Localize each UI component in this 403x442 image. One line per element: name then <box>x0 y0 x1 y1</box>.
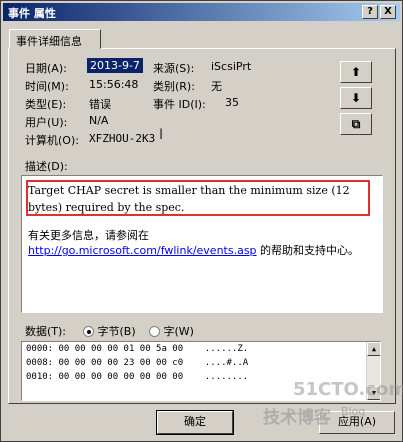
window-title: 事件 属性 <box>8 7 56 20</box>
arrow-down-icon: ⬇ <box>350 91 362 105</box>
bytes-option[interactable]: 字节(B) <box>83 323 136 339</box>
bytes-radio[interactable] <box>83 326 94 337</box>
description-label: 描述(D): <box>25 160 68 173</box>
watermark-line2: 技术博客 <box>263 408 331 428</box>
event-id-value: 35 <box>225 96 239 109</box>
title-bar[interactable]: 事件 属性 ? X <box>3 3 400 21</box>
data-row: 0010: 00 00 00 00 00 00 00 00 ........ <box>26 372 249 382</box>
words-radio[interactable] <box>149 326 160 337</box>
data-label: 数据(T): <box>25 325 67 338</box>
copy-button[interactable]: ⧉ <box>340 113 372 135</box>
category-value: 无 <box>211 80 222 93</box>
data-row: 0008: 00 00 00 00 23 00 00 c0 ....#..A <box>26 358 249 368</box>
source-label: 来源(S): <box>153 62 195 75</box>
event-properties-window: 事件 属性 ? X 事件详细信息 日期(A): 2013-9-7 时间(M): … <box>0 0 403 442</box>
close-button[interactable]: X <box>380 5 396 19</box>
copy-icon: ⧉ <box>351 117 361 131</box>
computer-value: XFZHOU-2K3 <box>89 132 156 145</box>
description-box[interactable]: Target CHAP secret is smaller than the m… <box>21 175 383 313</box>
scroll-up-icon[interactable]: ▲ <box>367 342 380 356</box>
bytes-option-label: 字节(B) <box>97 325 136 338</box>
type-value: 错误 <box>89 98 111 111</box>
words-option-label: 字(W) <box>163 325 194 338</box>
data-row: 0000: 00 00 00 00 01 00 5a 00 ......Z. <box>26 344 249 354</box>
ok-button[interactable]: 确定 <box>156 410 234 435</box>
words-option[interactable]: 字(W) <box>149 323 194 339</box>
next-event-button[interactable]: ⬇ <box>340 87 372 109</box>
computer-label: 计算机(O): <box>25 134 79 147</box>
time-label: 时间(M): <box>25 80 69 93</box>
previous-event-button[interactable]: ⬆ <box>340 61 372 83</box>
text-cursor-icon: I <box>159 127 164 143</box>
description-text: Target CHAP secret is smaller than the m… <box>28 184 350 214</box>
watermark-line3: Blog <box>341 405 366 418</box>
user-label: 用户(U): <box>25 116 68 129</box>
watermark-line1: 51CTO.com <box>293 379 403 400</box>
user-value: N/A <box>89 114 109 127</box>
more-info-suffix: 的帮助和支持中心。 <box>256 244 360 257</box>
type-label: 类型(E): <box>25 98 67 111</box>
help-link[interactable]: http://go.microsoft.com/fwlink/events.as… <box>28 244 257 257</box>
date-value[interactable]: 2013-9-7 <box>87 58 143 73</box>
more-info: 有关更多信息，请参阅在 http://go.microsoft.com/fwli… <box>28 228 368 258</box>
more-info-prefix: 有关更多信息，请参阅在 <box>28 229 149 242</box>
help-button[interactable]: ? <box>362 5 378 19</box>
time-value: 15:56:48 <box>89 78 139 91</box>
event-id-label: 事件 ID(I): <box>153 98 206 111</box>
arrow-up-icon: ⬆ <box>350 65 362 79</box>
source-value: iScsiPrt <box>211 60 252 73</box>
date-label: 日期(A): <box>25 62 67 75</box>
category-label: 类别(R): <box>153 80 195 93</box>
tab-event-details[interactable]: 事件详细信息 <box>9 29 101 49</box>
